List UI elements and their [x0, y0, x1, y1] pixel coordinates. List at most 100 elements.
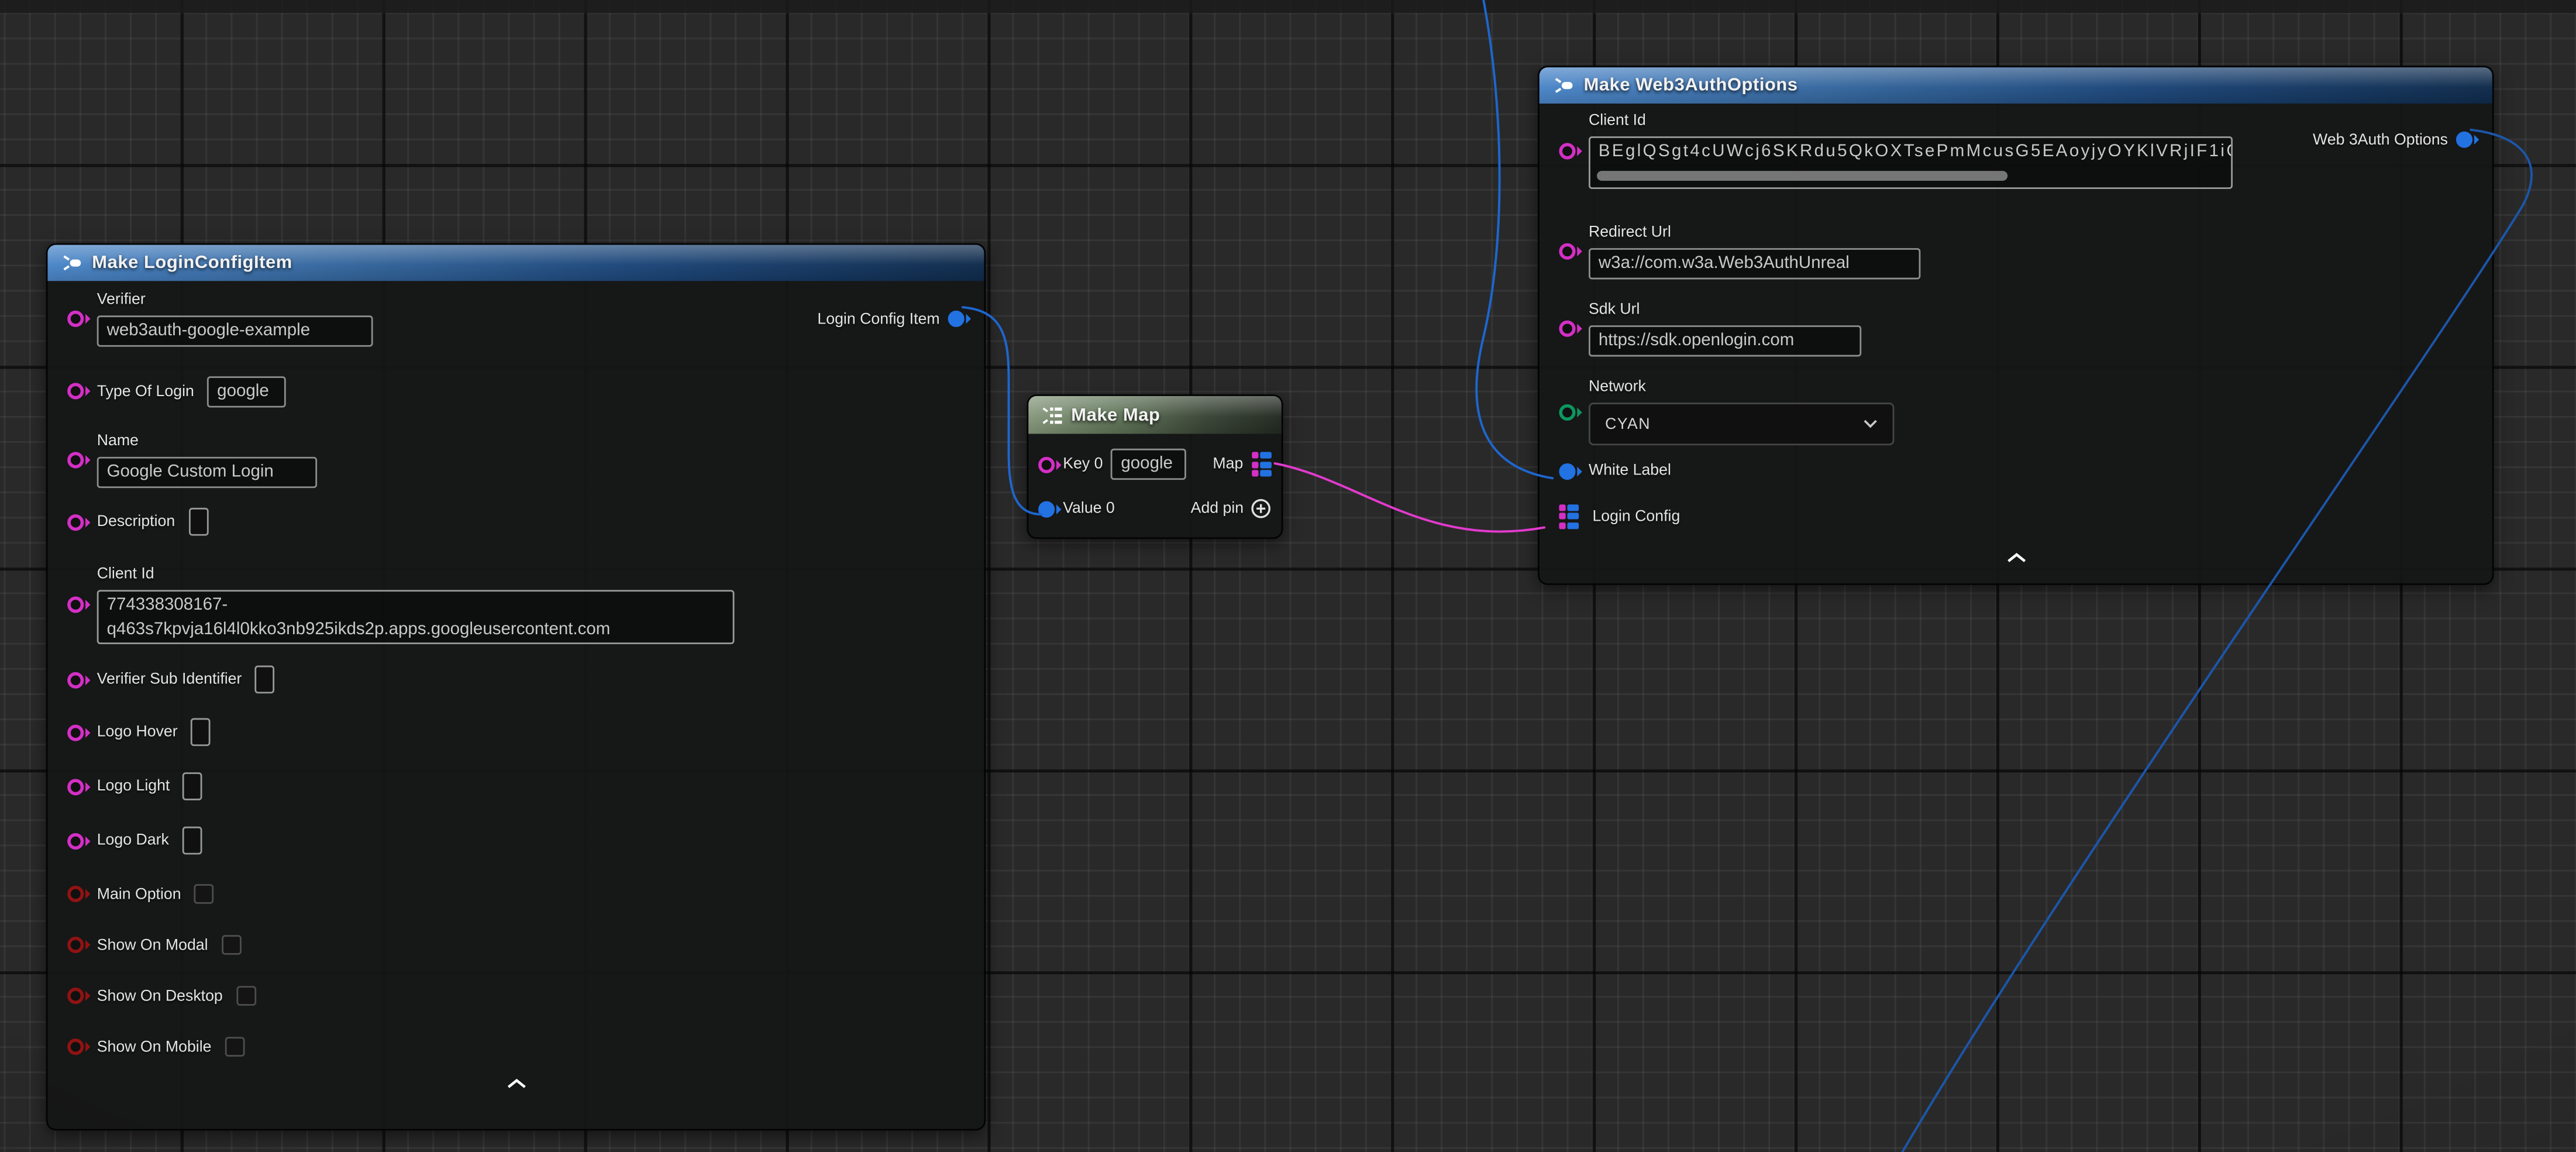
logo-hover-field[interactable] — [191, 718, 211, 746]
client-id-field[interactable]: BEglQSgt4cUWcj6SKRdu5QkOXTsePmMcusG5EAoy… — [1589, 136, 2233, 189]
pin-row-value0-addpin: Value 0 Add pin — [1028, 498, 1282, 520]
input-pin-type-of-login[interactable] — [67, 383, 84, 399]
verifier-sub-identifier-field[interactable] — [255, 666, 275, 694]
input-pin-white-label[interactable] — [1559, 463, 1575, 479]
input-pin-verifier-sub-identifier[interactable] — [67, 671, 84, 687]
pin-row-login-config: Login Config — [1559, 504, 2472, 528]
pin-row-logo-hover: Logo Hover — [67, 718, 965, 746]
pin-label-show-on-modal: Show On Modal — [97, 936, 208, 954]
input-pin-redirect-url[interactable] — [1559, 243, 1575, 260]
show-on-modal-checkbox[interactable] — [221, 935, 241, 955]
pin-label-key0: Key 0 — [1063, 455, 1103, 473]
pin-label-login-config: Login Config — [1592, 507, 1680, 525]
pin-row-verifier-sub-identifier: Verifier Sub Identifier — [67, 666, 965, 694]
node-make-web3authoptions[interactable]: Make Web3AuthOptions Web 3Auth Options C… — [1538, 66, 2494, 585]
input-pin-show-on-desktop[interactable] — [67, 988, 84, 1004]
make-struct-icon — [61, 253, 82, 273]
pin-label-redirect-url: Redirect Url — [1589, 223, 1920, 242]
pin-label-client-id: Client Id — [1589, 112, 2233, 130]
name-field[interactable]: Google Custom Login — [97, 457, 317, 488]
make-map-icon — [1040, 405, 1063, 425]
input-pin-show-on-modal[interactable] — [67, 937, 84, 953]
pin-label-logo-dark: Logo Dark — [97, 831, 169, 850]
pin-row-white-label: White Label — [1559, 462, 2472, 480]
output-row-login-config-item: Login Config Item — [817, 304, 964, 334]
client-id-line2: q463s7kpvja16l4l0kko3nb925ikds2p.apps.go… — [107, 618, 725, 642]
output-pin-map[interactable] — [1251, 452, 1272, 476]
verifier-field[interactable]: web3auth-google-example — [97, 315, 373, 346]
input-pin-key0[interactable] — [1038, 456, 1055, 472]
show-on-mobile-checkbox[interactable] — [225, 1037, 244, 1057]
pin-label-show-on-mobile: Show On Mobile — [97, 1038, 212, 1056]
blueprint-graph-canvas[interactable]: Make LoginConfigItem Login Config Item V… — [0, 0, 2576, 1152]
pin-row-logo-dark: Logo Dark — [67, 827, 965, 855]
pin-label-network: Network — [1589, 378, 1894, 396]
output-pin-web3auth-options[interactable] — [2456, 132, 2472, 148]
client-id-value: BEglQSgt4cUWcj6SKRdu5QkOXTsePmMcusG5EAoy… — [1599, 140, 2223, 164]
pin-label-white-label: White Label — [1589, 462, 1671, 480]
input-pin-client-id[interactable] — [67, 597, 84, 613]
chevron-down-icon — [1863, 419, 1878, 429]
pin-row-main-option: Main Option — [67, 884, 965, 904]
pin-row-client-id: Client Id 774338308167- q463s7kpvja16l4l… — [67, 565, 965, 644]
client-id-line1: 774338308167- — [107, 593, 725, 618]
pin-row-show-on-mobile: Show On Mobile — [67, 1037, 965, 1057]
pin-row-show-on-modal: Show On Modal — [67, 935, 965, 955]
type-of-login-field[interactable]: google — [207, 376, 286, 407]
output-pin-login-config-item[interactable] — [948, 311, 965, 327]
input-pin-logo-dark[interactable] — [67, 833, 84, 849]
pin-label-verifier: Verifier — [97, 291, 373, 309]
node-make-loginconfigitem[interactable]: Make LoginConfigItem Login Config Item V… — [46, 243, 986, 1131]
canvas-top-shade — [0, 0, 2576, 13]
pin-row-sdk-url: Sdk Url https://sdk.openlogin.com — [1559, 301, 2472, 356]
input-pin-main-option[interactable] — [67, 886, 84, 902]
pin-label-sdk-url: Sdk Url — [1589, 301, 1861, 319]
pin-row-show-on-desktop: Show On Desktop — [67, 986, 965, 1006]
pin-row-type-of-login: Type Of Login google — [67, 376, 965, 407]
description-field[interactable] — [188, 508, 208, 536]
node-header-make-map[interactable]: Make Map — [1028, 396, 1282, 434]
input-pin-network[interactable] — [1559, 404, 1575, 420]
network-dropdown[interactable]: CYAN — [1589, 403, 1894, 445]
node-make-map[interactable]: Make Map Key 0 google Map V — [1027, 394, 1283, 539]
input-pin-logo-hover[interactable] — [67, 724, 84, 740]
node-title: Make LoginConfigItem — [92, 253, 292, 273]
pin-label-verifier-sub-identifier: Verifier Sub Identifier — [97, 670, 242, 689]
redirect-url-field[interactable]: w3a://com.w3a.Web3AuthUnreal — [1589, 248, 1920, 279]
key0-field[interactable]: google — [1111, 449, 1187, 480]
output-pin-label-map: Map — [1213, 455, 1243, 473]
input-pin-sdk-url[interactable] — [1559, 321, 1575, 337]
output-row-web3auth-options: Web 3Auth Options — [2313, 125, 2472, 154]
add-pin-button[interactable]: Add pin — [1191, 498, 1272, 520]
pin-label-client-id: Client Id — [97, 565, 735, 583]
plus-circle-icon — [1250, 498, 1272, 520]
pin-row-network: Network CYAN — [1559, 378, 2472, 445]
pin-label-value0: Value 0 — [1063, 500, 1115, 518]
chevron-up-icon — [2005, 552, 2027, 564]
output-pin-label: Login Config Item — [817, 310, 939, 328]
pin-label-logo-hover: Logo Hover — [97, 723, 178, 741]
logo-light-field[interactable] — [183, 772, 203, 800]
pin-label-main-option: Main Option — [97, 885, 181, 903]
client-id-scrollbar[interactable] — [1597, 171, 2007, 181]
input-pin-login-config[interactable] — [1559, 504, 1579, 528]
sdk-url-field[interactable]: https://sdk.openlogin.com — [1589, 325, 1861, 356]
node-header-make-loginconfigitem[interactable]: Make LoginConfigItem — [47, 245, 984, 281]
collapse-node-button[interactable] — [67, 1073, 965, 1093]
input-pin-verifier[interactable] — [67, 311, 84, 327]
input-pin-description[interactable] — [67, 514, 84, 530]
input-pin-logo-light[interactable] — [67, 778, 84, 795]
input-pin-client-id[interactable] — [1559, 142, 1575, 159]
input-pin-name[interactable] — [67, 452, 84, 468]
input-pin-show-on-mobile[interactable] — [67, 1038, 84, 1055]
client-id-field[interactable]: 774338308167- q463s7kpvja16l4l0kko3nb925… — [97, 590, 735, 644]
node-title: Make Web3AuthOptions — [1584, 75, 1798, 95]
wire-map-to-login-config[interactable] — [1275, 463, 1545, 531]
node-header-make-web3authoptions[interactable]: Make Web3AuthOptions — [1540, 67, 2492, 104]
logo-dark-field[interactable] — [182, 827, 202, 855]
add-pin-label: Add pin — [1191, 500, 1244, 518]
show-on-desktop-checkbox[interactable] — [236, 986, 256, 1006]
collapse-node-button[interactable] — [1559, 548, 2472, 568]
main-option-checkbox[interactable] — [194, 884, 214, 904]
output-pin-label: Web 3Auth Options — [2313, 130, 2448, 149]
